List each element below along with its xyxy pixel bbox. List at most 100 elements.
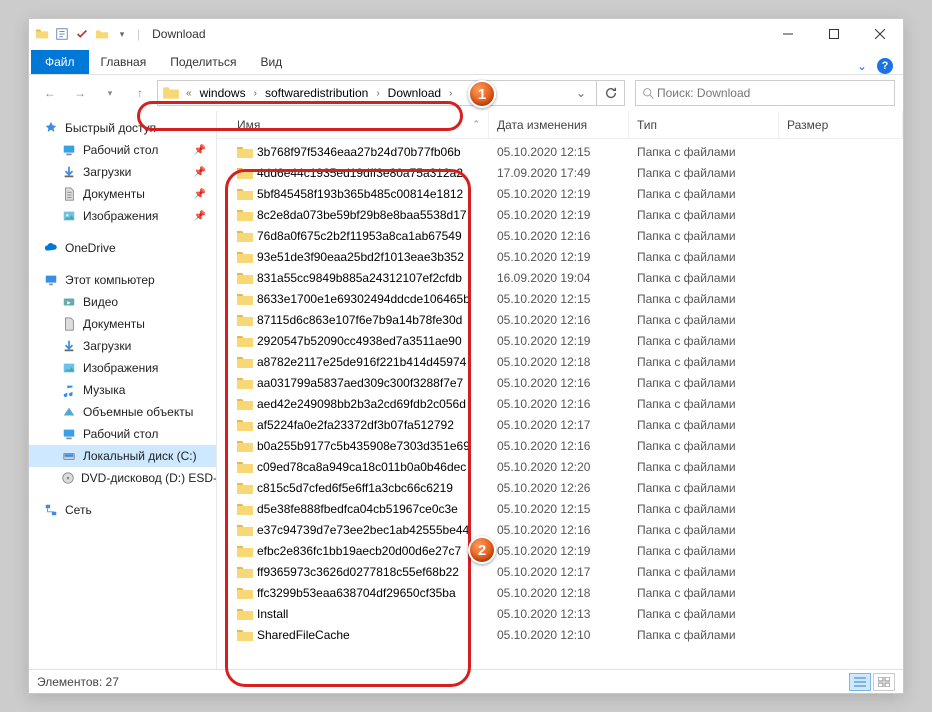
file-row[interactable]: SharedFileCache05.10.2020 12:10Папка с ф… (217, 624, 903, 645)
view-details-button[interactable] (849, 673, 871, 691)
sidebar-this-pc[interactable]: Этот компьютер (29, 269, 216, 291)
qat-check-icon[interactable] (73, 25, 91, 43)
file-name: a8782e2117e25de916f221b414d45974 (257, 355, 466, 369)
sidebar-item[interactable]: Объемные объекты (29, 401, 216, 423)
sidebar-item[interactable]: Изображения📌 (29, 205, 216, 227)
tab-view[interactable]: Вид (248, 50, 294, 74)
file-row[interactable]: d5e38fe888fbedfca04cb51967ce0c3e05.10.20… (217, 498, 903, 519)
maximize-button[interactable] (811, 19, 857, 49)
sidebar-item[interactable]: Документы📌 (29, 183, 216, 205)
ribbon-expand-icon[interactable]: ⌄ (857, 59, 867, 73)
file-type: Папка с файлами (629, 481, 779, 495)
ribbon-tabs: Файл Главная Поделиться Вид ⌄ ? (29, 49, 903, 75)
file-row[interactable]: Install05.10.2020 12:13Папка с файлами (217, 603, 903, 624)
file-name: 87115d6c863e107f6e7b9a14b78fe30d (257, 313, 462, 327)
chevron-right-icon[interactable]: › (447, 88, 454, 99)
file-date: 05.10.2020 12:18 (489, 355, 629, 369)
sidebar-icon (61, 382, 77, 398)
annotation-badge-2: 2 (468, 536, 496, 564)
file-type: Папка с файлами (629, 544, 779, 558)
sidebar-item[interactable]: Документы (29, 313, 216, 335)
file-list[interactable]: 3b768f97f5346eaa27b24d70b77fb06b05.10.20… (217, 139, 903, 669)
nav-up-button[interactable]: ↑ (127, 80, 153, 106)
qat-dropdown-icon[interactable]: ▾ (113, 25, 131, 43)
sidebar-item[interactable]: DVD-дисковод (D:) ESD- (29, 467, 216, 489)
nav-forward-button[interactable]: → (67, 80, 93, 106)
search-box[interactable] (635, 80, 895, 106)
address-dropdown-icon[interactable]: ⌄ (570, 86, 592, 100)
file-row[interactable]: e37c94739d7e73ee2bec1ab42555be4405.10.20… (217, 519, 903, 540)
file-row[interactable]: aed42e249098bb2b3a2cd69fdb2c056d05.10.20… (217, 393, 903, 414)
breadcrumb-part[interactable]: softwaredistribution (259, 81, 374, 105)
file-row[interactable]: 87115d6c863e107f6e7b9a14b78fe30d05.10.20… (217, 309, 903, 330)
help-icon[interactable]: ? (877, 58, 893, 74)
file-type: Папка с файлами (629, 187, 779, 201)
network-icon (43, 502, 59, 518)
breadcrumb-overflow[interactable]: « (184, 88, 194, 99)
file-name: efbc2e836fc1bb19aecb20d00d6e27c7 (257, 544, 461, 558)
file-row[interactable]: 831a55cc9849b885a24312107ef2cfdb16.09.20… (217, 267, 903, 288)
file-row[interactable]: 76d8a0f675c2b2f11953a8ca1ab6754905.10.20… (217, 225, 903, 246)
sidebar-quick-access[interactable]: Быстрый доступ (29, 117, 216, 139)
file-row[interactable]: ff9365973c3626d0277818c55ef68b2205.10.20… (217, 561, 903, 582)
file-row[interactable]: 2920547b52090cc4938ed7a3511ae9005.10.202… (217, 330, 903, 351)
sidebar-item[interactable]: Рабочий стол📌 (29, 139, 216, 161)
col-name[interactable]: Имя⌃ (217, 111, 489, 138)
chevron-right-icon[interactable]: › (374, 88, 381, 99)
sidebar-item[interactable]: Видео (29, 291, 216, 313)
view-icons-button[interactable] (873, 673, 895, 691)
file-tab[interactable]: Файл (31, 50, 89, 74)
file-row[interactable]: ffc3299b53eaa638704df29650cf35ba05.10.20… (217, 582, 903, 603)
sidebar-item[interactable]: Локальный диск (C:) (29, 445, 216, 467)
col-date[interactable]: Дата изменения (489, 111, 629, 138)
refresh-button[interactable] (597, 80, 625, 106)
file-row[interactable]: aa031799a5837aed309c300f3288f7e705.10.20… (217, 372, 903, 393)
file-row[interactable]: a8782e2117e25de916f221b414d45974 05.10.20… (217, 351, 903, 372)
file-row[interactable]: 8c2e8da073be59bf29b8e8baa5538d1705.10.20… (217, 204, 903, 225)
file-type: Папка с файлами (629, 607, 779, 621)
breadcrumb-part[interactable]: windows (194, 81, 252, 105)
file-type: Папка с файлами (629, 334, 779, 348)
file-date: 05.10.2020 12:19 (489, 544, 629, 558)
breadcrumb-part[interactable]: Download (382, 81, 447, 105)
file-row[interactable]: 5bf845458f193b365b485c00814e181205.10.20… (217, 183, 903, 204)
sidebar-onedrive[interactable]: OneDrive (29, 237, 216, 259)
file-date: 05.10.2020 12:16 (489, 397, 629, 411)
file-row[interactable]: efbc2e836fc1bb19aecb20d00d6e27c7 05.10.20… (217, 540, 903, 561)
file-row[interactable]: 3b768f97f5346eaa27b24d70b77fb06b05.10.20… (217, 141, 903, 162)
minimize-button[interactable] (765, 19, 811, 49)
file-name: 831a55cc9849b885a24312107ef2cfdb (257, 271, 462, 285)
sidebar-network[interactable]: Сеть (29, 499, 216, 521)
qat-properties-icon[interactable] (53, 25, 71, 43)
nav-back-button[interactable]: ← (37, 80, 63, 106)
file-type: Папка с файлами (629, 166, 779, 180)
chevron-right-icon[interactable]: › (252, 88, 259, 99)
tab-home[interactable]: Главная (89, 50, 159, 74)
nav-history-dropdown[interactable]: ▾ (97, 80, 123, 106)
file-date: 17.09.2020 17:49 (489, 166, 629, 180)
file-row[interactable]: b0a255b9177c5b435908e7303d351e6905.10.20… (217, 435, 903, 456)
file-row[interactable]: af5224fa0e2fa23372df3b07fa51279205.10.20… (217, 414, 903, 435)
sidebar-item[interactable]: Музыка (29, 379, 216, 401)
file-row[interactable]: c09ed78ca8a949ca18c011b0a0b46dec05.10.20… (217, 456, 903, 477)
address-bar[interactable]: « windows › softwaredistribution › Downl… (157, 80, 597, 106)
qat-newfolder-icon[interactable] (93, 25, 111, 43)
sidebar-item[interactable]: Загрузки (29, 335, 216, 357)
tab-share[interactable]: Поделиться (158, 50, 248, 74)
col-size[interactable]: Размер (779, 111, 903, 138)
file-row[interactable]: 8633e1700e1e69302494ddcde106465b05.10.20… (217, 288, 903, 309)
sidebar-icon (61, 142, 77, 158)
file-row[interactable]: 4dd6e44c1935ed19dff3e80a75a312a217.09.20… (217, 162, 903, 183)
close-button[interactable] (857, 19, 903, 49)
file-row[interactable]: 93e51de3f90eaa25bd2f1013eae3b35205.10.20… (217, 246, 903, 267)
sidebar-item[interactable]: Рабочий стол (29, 423, 216, 445)
file-row[interactable]: c815c5d7cfed6f5e6ff1a3cbc66c621905.10.20… (217, 477, 903, 498)
col-type[interactable]: Тип (629, 111, 779, 138)
search-input[interactable] (655, 85, 888, 101)
sidebar-item[interactable]: Загрузки📌 (29, 161, 216, 183)
sidebar-item[interactable]: Изображения (29, 357, 216, 379)
file-type: Папка с файлами (629, 586, 779, 600)
file-date: 05.10.2020 12:15 (489, 292, 629, 306)
file-type: Папка с файлами (629, 502, 779, 516)
search-icon (642, 87, 655, 100)
